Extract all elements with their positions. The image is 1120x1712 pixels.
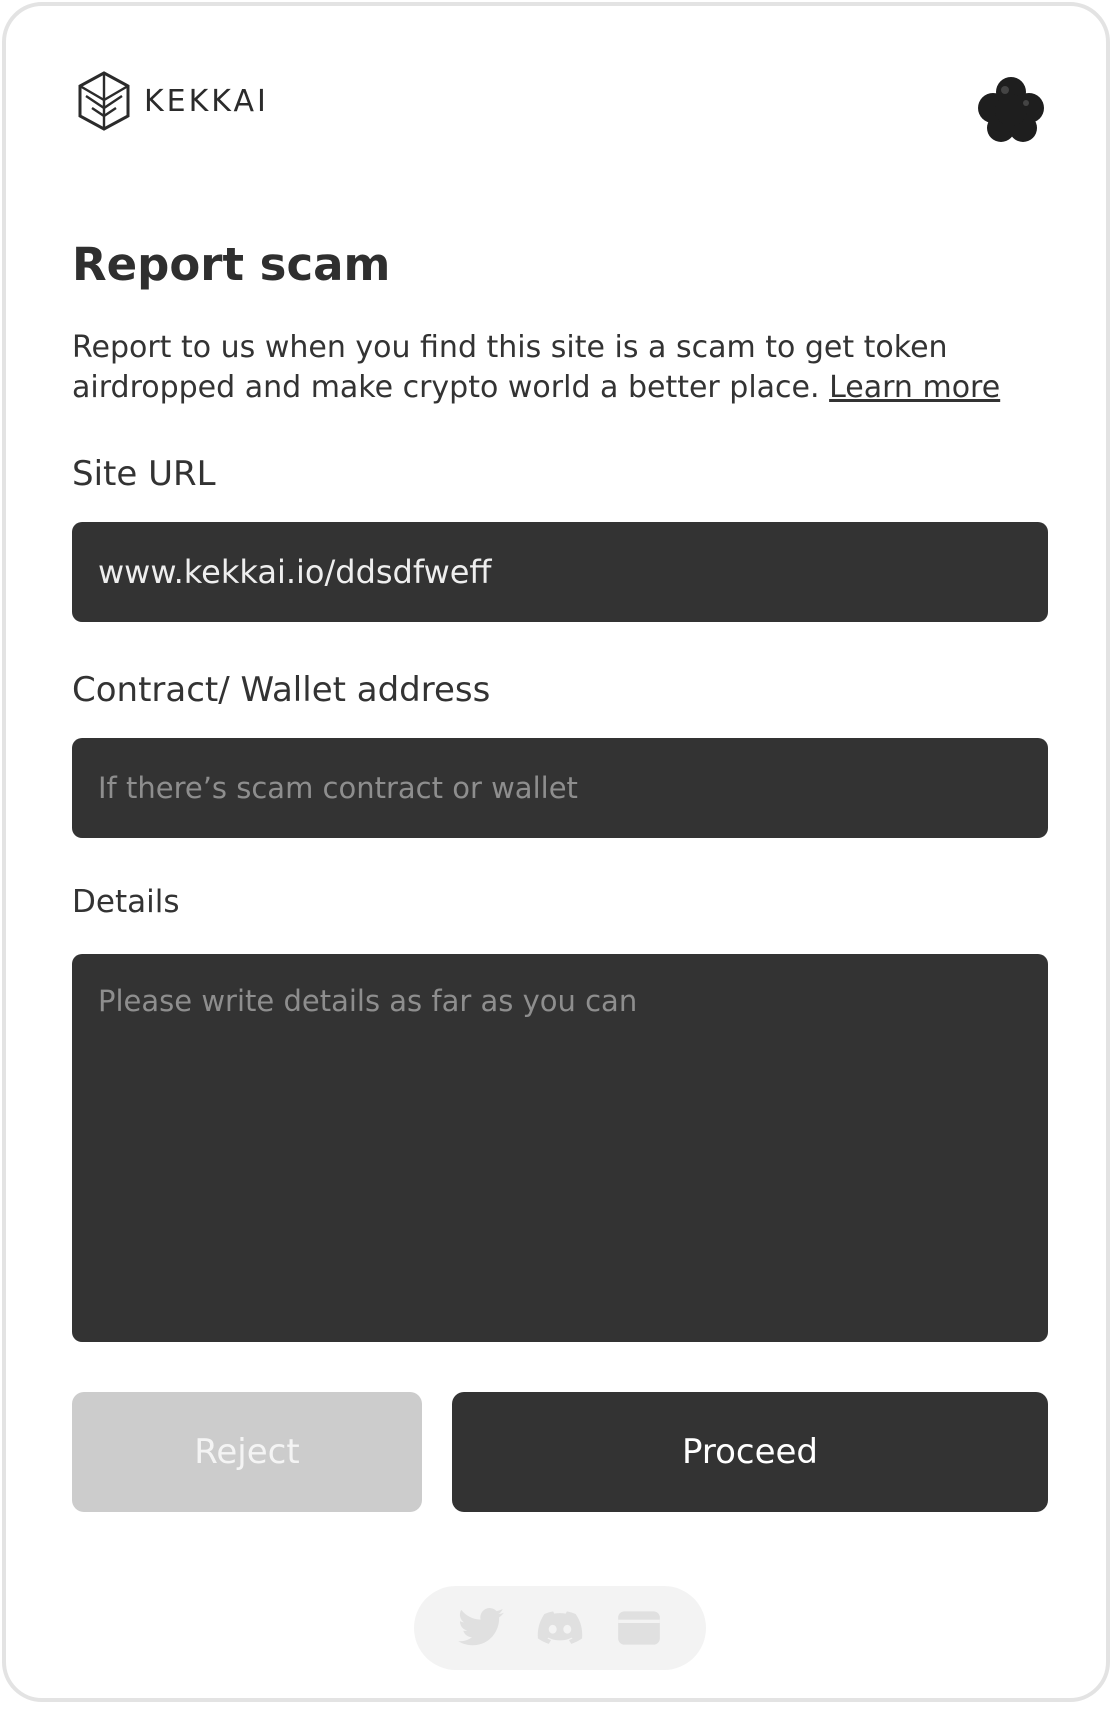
details-label: Details — [72, 884, 180, 920]
wallet-label: Contract/ Wallet address — [72, 670, 491, 710]
description-text: Report to us when you find this site is … — [72, 330, 948, 405]
browser-icon[interactable] — [614, 1603, 664, 1653]
brand-name: KEKKAI — [144, 83, 269, 119]
site-url-label: Site URL — [72, 454, 216, 494]
avatar-icon — [978, 77, 1044, 142]
kekkai-logo-icon — [78, 71, 130, 131]
proceed-button[interactable]: Proceed — [452, 1392, 1048, 1512]
page-title: Report scam — [72, 238, 391, 291]
header: KEKKAI — [76, 70, 1056, 150]
wallet-input[interactable] — [72, 738, 1048, 838]
site-url-input[interactable] — [72, 522, 1048, 622]
reject-button[interactable]: Reject — [72, 1392, 422, 1512]
avatar[interactable] — [971, 70, 1051, 150]
details-textarea[interactable] — [72, 954, 1048, 1342]
learn-more-link[interactable]: Learn more — [829, 370, 1000, 405]
discord-icon[interactable] — [535, 1603, 585, 1653]
twitter-icon[interactable] — [456, 1603, 506, 1653]
page-description: Report to us when you find this site is … — [72, 328, 1032, 408]
social-links — [414, 1586, 706, 1670]
brand-logo: KEKKAI — [76, 70, 269, 132]
